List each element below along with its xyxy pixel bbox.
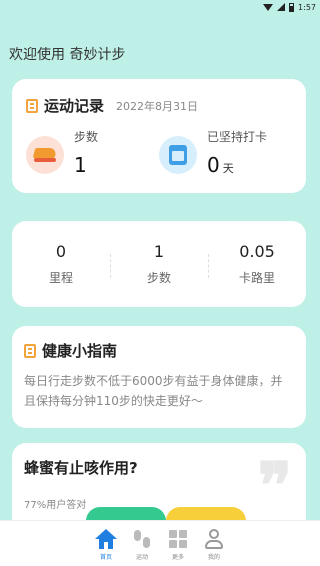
steps-value: 1 xyxy=(74,153,87,177)
nav-home[interactable]: 首页 xyxy=(91,527,121,561)
note-icon xyxy=(26,98,38,113)
bottom-nav: 首页 运动 更多 我的 xyxy=(0,520,320,566)
nav-more-label: 更多 xyxy=(171,553,184,561)
note-icon xyxy=(24,343,36,358)
signal-icon xyxy=(277,3,286,11)
user-icon xyxy=(203,528,225,550)
mileage-value: 0 xyxy=(55,242,67,261)
exercise-record-card[interactable]: 运动记录 2022年8月31日 步数 1 已坚持打卡 0天 xyxy=(12,79,306,193)
summary-steps-stat: 1 步数 xyxy=(110,242,208,286)
status-time: 1:57 xyxy=(298,2,316,12)
calendar-icon xyxy=(159,136,197,174)
streak-label: 已坚持打卡 xyxy=(207,130,268,144)
summary-steps-value: 1 xyxy=(153,242,165,261)
mileage-stat: 0 里程 xyxy=(12,242,110,286)
streak-stat: 已坚持打卡 0天 xyxy=(159,128,292,177)
steps-label: 步数 xyxy=(74,130,99,144)
nav-more[interactable]: 更多 xyxy=(163,527,193,561)
quote-icon: ❞ xyxy=(257,449,292,524)
streak-unit: 天 xyxy=(222,162,234,175)
summary-steps-label: 步数 xyxy=(146,271,171,285)
nav-home-label: 首页 xyxy=(99,553,112,561)
battery-icon xyxy=(289,2,295,12)
nav-profile[interactable]: 我的 xyxy=(199,527,229,561)
nav-profile-label: 我的 xyxy=(207,553,220,561)
calories-label: 卡路里 xyxy=(238,271,275,285)
welcome-text: 欢迎使用 奇妙计步 xyxy=(9,47,126,63)
record-title: 运动记录 xyxy=(44,97,105,115)
steps-stat: 步数 1 xyxy=(26,128,159,177)
mileage-label: 里程 xyxy=(48,271,73,285)
home-icon xyxy=(95,528,117,549)
status-bar: 1:57 xyxy=(0,0,320,14)
guide-title: 健康小指南 xyxy=(42,342,118,360)
footprints-icon xyxy=(132,528,152,550)
quiz-question: 蜂蜜有止咳作用? xyxy=(24,459,138,477)
calories-value: 0.05 xyxy=(239,242,275,261)
grid-icon xyxy=(169,529,187,548)
streak-value: 0 xyxy=(207,153,220,177)
calories-stat: 0.05 卡路里 xyxy=(208,242,306,286)
guide-text: 每日行走步数不低于6000步有益于身体健康，并且保持每分钟110步的快走更好～ xyxy=(24,374,283,408)
health-guide-card[interactable]: 健康小指南 每日行走步数不低于6000步有益于身体健康，并且保持每分钟110步的… xyxy=(12,326,306,428)
shoe-icon xyxy=(26,136,64,174)
summary-card: 0 里程 1 步数 0.05 卡路里 xyxy=(12,221,306,307)
nav-exercise-label: 运动 xyxy=(135,553,148,561)
nav-exercise[interactable]: 运动 xyxy=(127,527,157,561)
record-date: 2022年8月31日 xyxy=(116,99,199,113)
wifi-icon xyxy=(263,3,274,11)
